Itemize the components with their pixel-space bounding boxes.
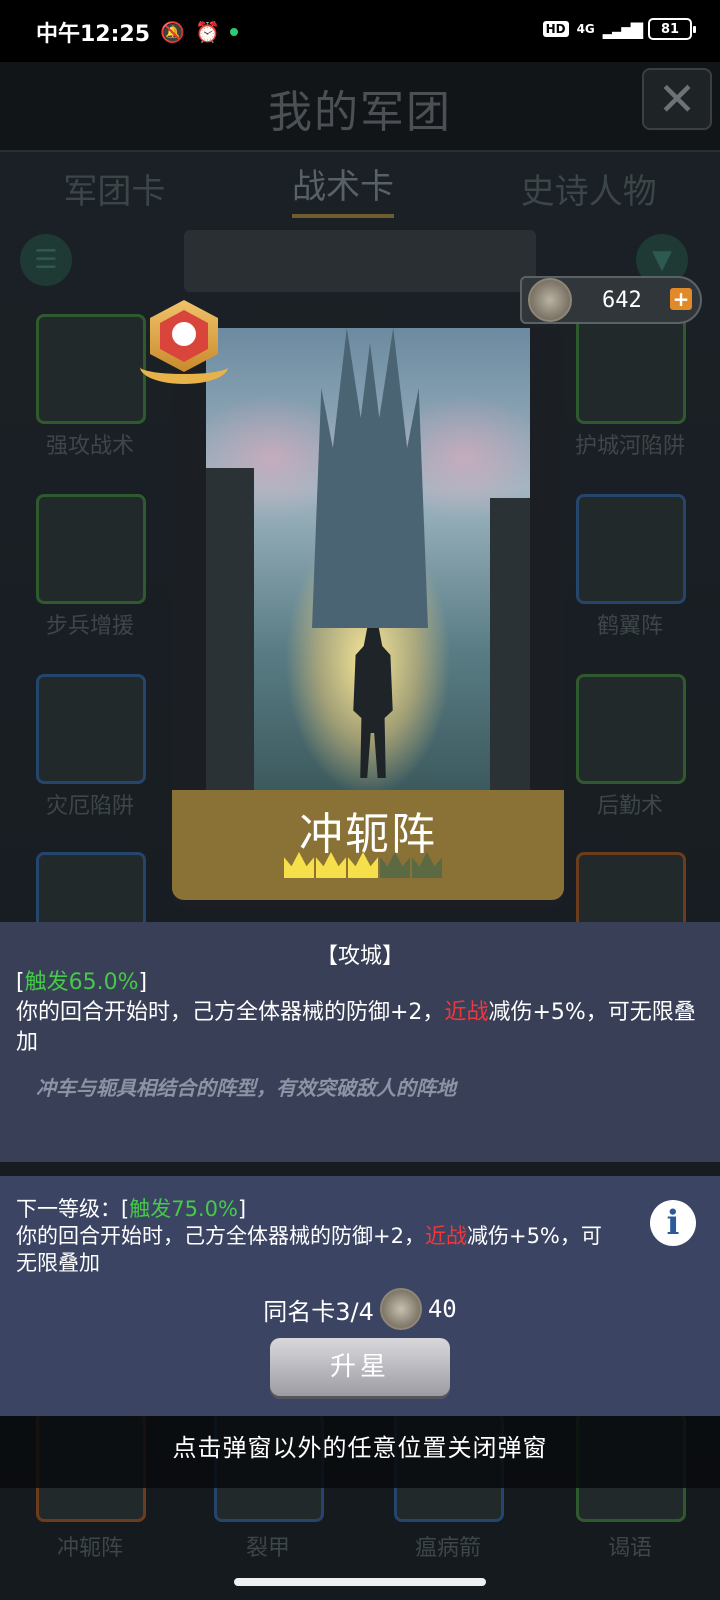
next-melee-keyword: 近战	[424, 1224, 467, 1248]
currency-display: 642 +	[520, 276, 702, 324]
card-thumbnail[interactable]	[576, 494, 686, 604]
archway-left	[206, 468, 254, 790]
card-label: 谒语	[607, 1536, 652, 1561]
melee-keyword: 近战	[444, 1000, 489, 1025]
effect-text-before: 你的回合开始时，己方全体器械的防御+2，	[16, 1000, 445, 1025]
currency-amount: 642	[602, 288, 642, 313]
card-label: 强攻战术	[45, 434, 134, 459]
page-title: 我的军团	[268, 87, 452, 138]
crown-filled-icon	[348, 852, 378, 878]
upgrade-star-button[interactable]: 升星	[270, 1338, 450, 1396]
star-rating	[284, 852, 442, 878]
card-label: 裂甲	[245, 1536, 290, 1561]
tactic-card: 冲轭阵	[172, 328, 564, 908]
card-artwork	[206, 328, 530, 790]
card-label: 冲轭阵	[56, 1536, 123, 1561]
status-time: 中午12:25	[36, 22, 151, 47]
signal-icon: ▂▃▅▇	[602, 19, 643, 39]
home-indicator[interactable]	[234, 1578, 486, 1586]
trigger-chance: 触发65.0%	[24, 970, 139, 995]
search-bar[interactable]	[184, 230, 536, 292]
close-hint-bar[interactable]: 点击弹窗以外的任意位置关闭弹窗	[0, 1416, 720, 1488]
knight-figure	[353, 628, 393, 778]
duplicate-count: 同名卡3/4	[263, 1297, 374, 1326]
bomb-shape	[172, 322, 196, 346]
hd-badge: HD	[542, 21, 569, 37]
emblem-icon	[379, 1288, 422, 1330]
tab-tactic-cards[interactable]: 战术卡	[291, 159, 394, 218]
next-trigger-chance: 触发75.0%	[129, 1197, 238, 1221]
card-name-bar: 冲轭阵	[172, 790, 564, 900]
crown-empty-icon	[380, 852, 410, 878]
dot-icon	[229, 28, 238, 36]
trigger-bracket-open: [	[16, 970, 25, 995]
background-header: 我的军团 ✕	[0, 62, 720, 152]
next-level-prefix: 下一等级：[	[16, 1197, 130, 1221]
crown-filled-icon	[284, 852, 314, 878]
description-panel: 【攻城】 [触发65.0%] 你的回合开始时，己方全体器械的防御+2，近战减伤+…	[0, 922, 720, 1162]
card-thumbnail[interactable]	[576, 674, 686, 784]
trigger-bracket-close: ]	[138, 970, 148, 995]
card-label: 后勤术	[596, 794, 663, 819]
close-hint: 点击弹窗以外的任意位置关闭弹窗	[172, 1434, 548, 1462]
plus-icon[interactable]: +	[670, 288, 692, 310]
card-thumbnail[interactable]	[576, 314, 686, 424]
card-type: 【攻城】	[315, 944, 404, 969]
info-icon[interactable]: i	[650, 1200, 696, 1246]
archway-right	[490, 498, 530, 790]
network-label: 4G	[576, 22, 595, 36]
card-label: 护城河陷阱	[574, 434, 685, 459]
duplicate-card-row: 同名卡3/4 40	[0, 1288, 720, 1330]
bomb-icon	[140, 300, 228, 388]
tab-bar: 军团卡 战术卡 史诗人物	[0, 154, 720, 222]
next-level-text: 下一等级：[触发75.0%] 你的回合开始时，己方全体器械的防御+2，近战减伤+…	[16, 1196, 606, 1277]
card-thumbnail[interactable]	[36, 314, 146, 424]
list-icon[interactable]: ☰	[20, 234, 72, 286]
tab-legion-cards[interactable]: 军团卡	[63, 164, 165, 213]
battery-icon: 81	[648, 18, 696, 40]
alarm-icon: ⏰	[194, 20, 220, 44]
close-icon[interactable]: ✕	[642, 68, 712, 130]
next-effect-before: 你的回合开始时，己方全体器械的防御+2，	[16, 1224, 425, 1248]
card-label: 瘟病箭	[414, 1536, 481, 1561]
crown-filled-icon	[316, 852, 346, 878]
card-thumbnail[interactable]	[36, 494, 146, 604]
effect-text: [触发65.0%] 你的回合开始时，己方全体器械的防御+2，近战减伤+5%，可无…	[16, 968, 706, 1058]
crown-empty-icon	[412, 852, 442, 878]
status-right: HD 4G ▂▃▅▇ 81	[542, 18, 696, 40]
battery-level: 81	[660, 21, 680, 37]
card-label: 鹤翼阵	[596, 614, 663, 639]
flavor-text: 冲车与轭具相结合的阵型，有效突破敌人的阵地	[36, 1076, 456, 1100]
tab-epic-characters[interactable]: 史诗人物	[521, 164, 657, 213]
mute-icon: 🔕	[160, 20, 185, 44]
next-trigger-close: ]	[237, 1197, 247, 1221]
card-label: 步兵增援	[45, 614, 134, 639]
next-level-panel: 下一等级：[触发75.0%] 你的回合开始时，己方全体器械的防御+2，近战减伤+…	[0, 1176, 720, 1416]
emblem-icon	[528, 278, 572, 322]
status-bar: 中午12:25 🔕 ⏰ HD 4G ▂▃▅▇ 81	[0, 0, 720, 62]
status-left: 中午12:25 🔕 ⏰	[36, 16, 238, 48]
upgrade-cost: 40	[427, 1295, 457, 1323]
castle-shape	[312, 328, 428, 628]
card-label: 灾厄陷阱	[45, 794, 134, 819]
card-thumbnail[interactable]	[36, 674, 146, 784]
